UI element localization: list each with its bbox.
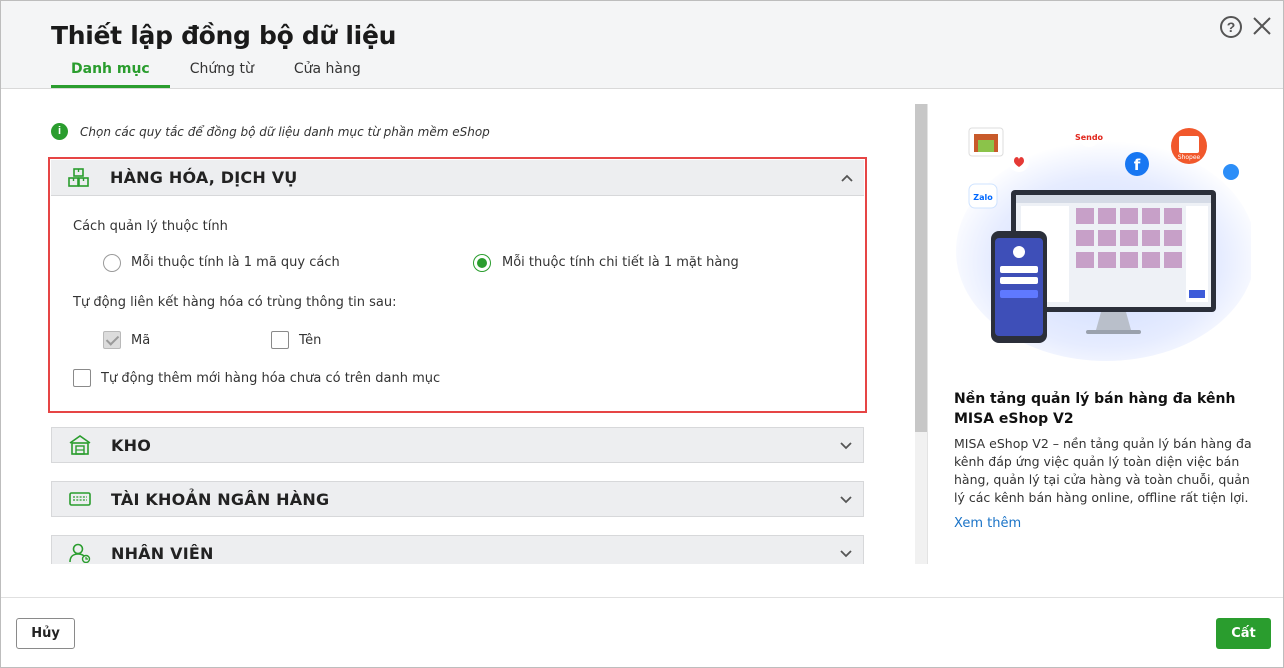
tab-catalog[interactable]: Danh mục (51, 59, 170, 89)
checkbox-auto-add[interactable] (73, 369, 91, 387)
section-bank-account-title: TÀI KHOẢN NGÂN HÀNG (111, 489, 330, 509)
eshop-illustration: Sendo Shopee f Zalo (956, 126, 1251, 361)
svg-text:f: f (1134, 156, 1141, 174)
checkbox-match-code-label[interactable]: Mã (131, 333, 150, 348)
section-bank-account: TÀI KHOẢN NGÂN HÀNG (51, 481, 864, 517)
goods-boxes-icon (68, 167, 90, 189)
sync-settings-dialog: Thiết lập đồng bộ dữ liệu Danh mục Chứng… (0, 0, 1284, 668)
section-staff-header[interactable]: NHÂN VIÊN (51, 535, 864, 564)
chevron-up-icon[interactable] (840, 171, 854, 185)
section-goods-body: Cách quản lý thuộc tính Mỗi thuộc tính l… (51, 197, 864, 412)
radio-attribute-per-spec-label[interactable]: Mỗi thuộc tính là 1 mã quy cách (131, 255, 340, 270)
auto-link-label: Tự động liên kết hàng hóa có trùng thông… (73, 295, 397, 310)
warehouse-icon (69, 434, 91, 456)
dialog-header: Thiết lập đồng bộ dữ liệu Danh mục Chứng… (1, 1, 1283, 89)
section-staff-title: NHÂN VIÊN (111, 543, 214, 563)
promo-description: MISA eShop V2 – nền tảng quản lý bán hàn… (954, 436, 1252, 505)
radio-attribute-per-spec[interactable] (103, 254, 121, 272)
chevron-down-icon[interactable] (839, 547, 853, 561)
tab-bar: Danh mục Chứng từ Cửa hàng (51, 59, 381, 89)
promo-title: Nền tảng quản lý bán hàng đa kênh MISA e… (954, 391, 1236, 427)
rules-panel: i Chọn các quy tắc để đồng bộ dữ liệu da… (1, 90, 927, 564)
panel-divider (927, 104, 928, 564)
chevron-down-icon[interactable] (839, 493, 853, 507)
close-icon[interactable] (1251, 15, 1273, 37)
section-warehouse-title: KHO (111, 435, 151, 455)
tab-stores[interactable]: Cửa hàng (274, 59, 381, 89)
section-warehouse: KHO (51, 427, 864, 463)
radio-attribute-per-item-label[interactable]: Mỗi thuộc tính chi tiết là 1 mặt hàng (502, 255, 739, 270)
section-staff: NHÂN VIÊN (51, 535, 864, 564)
dialog-footer: Hủy Cất (1, 597, 1283, 667)
section-bank-account-header[interactable]: TÀI KHOẢN NGÂN HÀNG (51, 481, 864, 517)
section-goods-header[interactable]: HÀNG HÓA, DỊCH VỤ (51, 160, 864, 196)
see-more-link[interactable]: Xem thêm (954, 516, 1021, 531)
dialog-content: i Chọn các quy tắc để đồng bộ dữ liệu da… (1, 90, 1283, 597)
zalo-badge: Zalo (973, 193, 993, 202)
shopee-badge: Shopee (1178, 154, 1201, 161)
attribute-mode-label: Cách quản lý thuộc tính (73, 219, 228, 234)
scrollbar-thumb[interactable] (915, 104, 927, 432)
staff-icon (69, 542, 91, 564)
checkbox-match-name[interactable] (271, 331, 289, 349)
tab-vouchers[interactable]: Chứng từ (170, 59, 274, 89)
radio-attribute-per-item[interactable] (473, 254, 491, 272)
help-icon[interactable]: ? (1220, 16, 1242, 38)
section-goods: HÀNG HÓA, DỊCH VỤ Cách quản lý thuộc tín… (48, 157, 867, 413)
save-button[interactable]: Cất (1216, 618, 1271, 649)
chevron-down-icon[interactable] (839, 439, 853, 453)
checkbox-auto-add-label[interactable]: Tự động thêm mới hàng hóa chưa có trên d… (101, 371, 440, 386)
checkbox-match-code[interactable] (103, 331, 121, 349)
checkbox-match-name-label[interactable]: Tên (299, 333, 321, 348)
sendo-badge: Sendo (1075, 133, 1104, 142)
cancel-button[interactable]: Hủy (16, 618, 75, 649)
info-text: Chọn các quy tắc để đồng bộ dữ liệu danh… (80, 124, 490, 139)
section-goods-title: HÀNG HÓA, DỊCH VỤ (110, 168, 298, 187)
bank-card-icon (69, 488, 91, 510)
info-hint: i Chọn các quy tắc để đồng bộ dữ liệu da… (51, 123, 490, 140)
info-icon: i (51, 123, 68, 140)
dialog-title: Thiết lập đồng bộ dữ liệu (51, 21, 397, 50)
section-warehouse-header[interactable]: KHO (51, 427, 864, 463)
